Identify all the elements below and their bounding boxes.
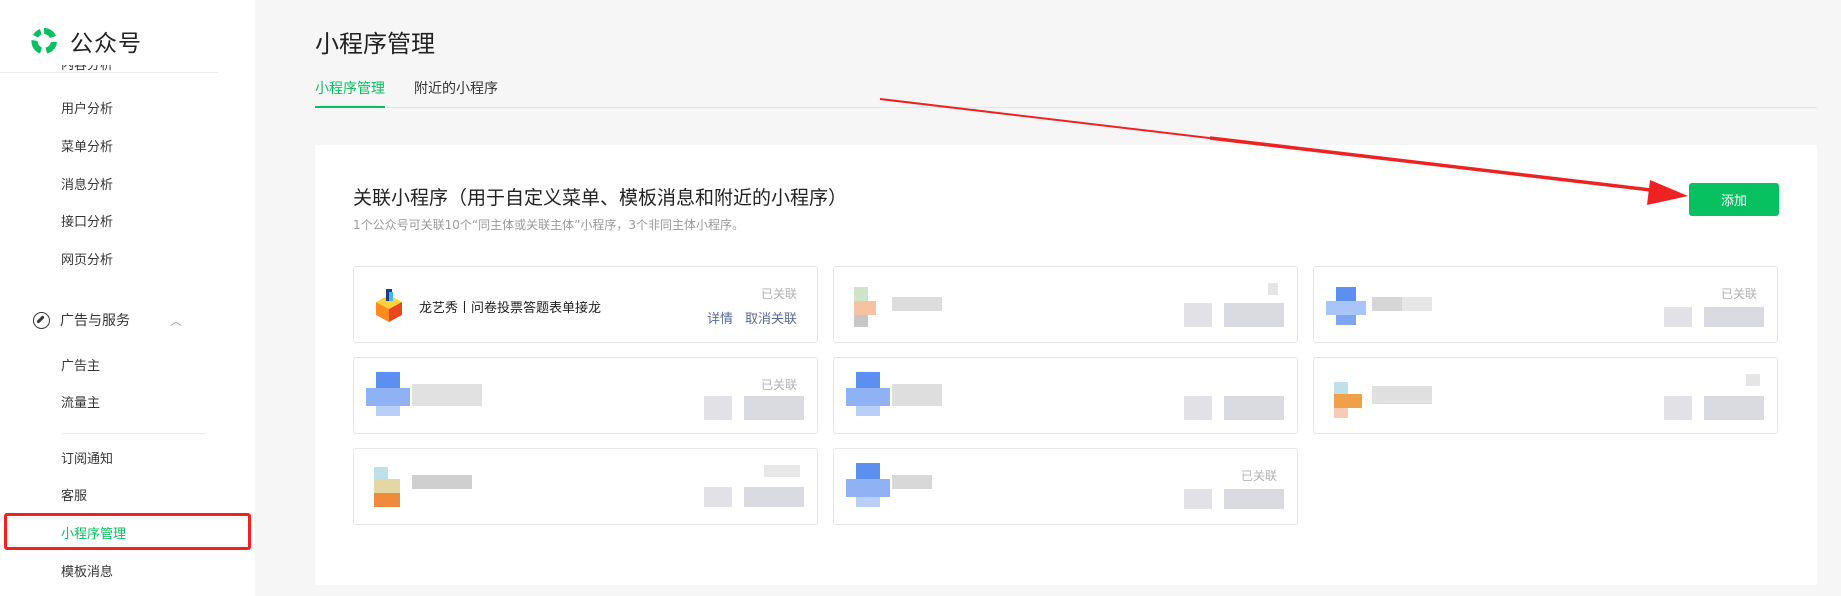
link-status: 已关联 [760,287,797,301]
mini-program-card-redacted [833,357,1298,434]
mini-program-card-redacted [353,448,818,525]
tab-mini-program-management[interactable]: 小程序管理 [315,78,385,108]
brand-logo[interactable]: 公众号 [28,24,142,58]
add-button[interactable]: 添加 [1689,183,1779,216]
compass-icon [33,311,50,329]
page-title: 小程序管理 [315,30,435,58]
tab-bar: 小程序管理 附近的小程序 [315,76,1817,108]
mini-program-name: 龙艺秀丨问卷投票答题表单接龙 [419,301,602,316]
sidebar-item-user-analysis[interactable]: 用户分析 [61,101,113,119]
mini-program-actions: 详情 取消关联 [707,308,797,327]
link-status: 已关联 [1240,469,1277,483]
sidebar-item-content-analysis[interactable]: 内容分析 [61,65,113,75]
mini-program-card: 龙艺秀丨问卷投票答题表单接龙 已关联 详情 取消关联 [353,266,818,343]
link-status: 已关联 [1720,287,1757,301]
section-description: 1个公众号可关联10个“同主体或关联主体”小程序，3个非同主体小程序。 [353,218,744,232]
mini-program-card: 已关联 [353,357,818,434]
annotation-highlight-box [4,513,251,550]
linked-mini-programs-card: 关联小程序（用于自定义菜单、模板消息和附近的小程序） 1个公众号可关联10个“同… [315,145,1817,585]
sidebar-divider [61,433,206,434]
mini-program-card-redacted [1313,357,1778,434]
chevron-up-icon[interactable]: ︿ [170,312,182,329]
sidebar-item-subscription-notice[interactable]: 订阅通知 [61,451,113,469]
mini-program-card-redacted [833,266,1298,343]
unlink-link[interactable]: 取消关联 [745,308,797,327]
sidebar-item-advertiser[interactable]: 广告主 [61,358,100,376]
sidebar-item-api-analysis[interactable]: 接口分析 [61,214,113,232]
sidebar-item-menu-analysis[interactable]: 菜单分析 [61,139,113,157]
detail-link[interactable]: 详情 [707,308,733,327]
sidebar-group-ads-services[interactable]: 广告与服务 ︿ [33,310,182,330]
mini-program-logo-icon [376,289,402,322]
wechat-official-logo-icon [31,28,57,54]
sidebar-item-publisher[interactable]: 流量主 [61,395,100,413]
link-status: 已关联 [760,378,797,392]
section-title: 关联小程序（用于自定义菜单、模板消息和附近的小程序） [353,187,848,209]
sidebar-item-template-message[interactable]: 模板消息 [61,564,113,582]
brand-name: 公众号 [70,31,142,57]
sidebar-item-message-analysis[interactable]: 消息分析 [61,177,113,195]
sidebar-group-label: 广告与服务 [60,313,130,329]
mini-program-card: 已关联 [833,448,1298,525]
mini-program-card: 已关联 [1313,266,1778,343]
sidebar-item-web-analysis[interactable]: 网页分析 [61,252,113,270]
sidebar-item-customer-service[interactable]: 客服 [61,488,87,506]
sidebar: 公众号 内容分析 用户分析 菜单分析 消息分析 接口分析 网页分析 广告与服务 … [0,0,255,596]
tab-nearby-mini-programs[interactable]: 附近的小程序 [414,78,498,106]
